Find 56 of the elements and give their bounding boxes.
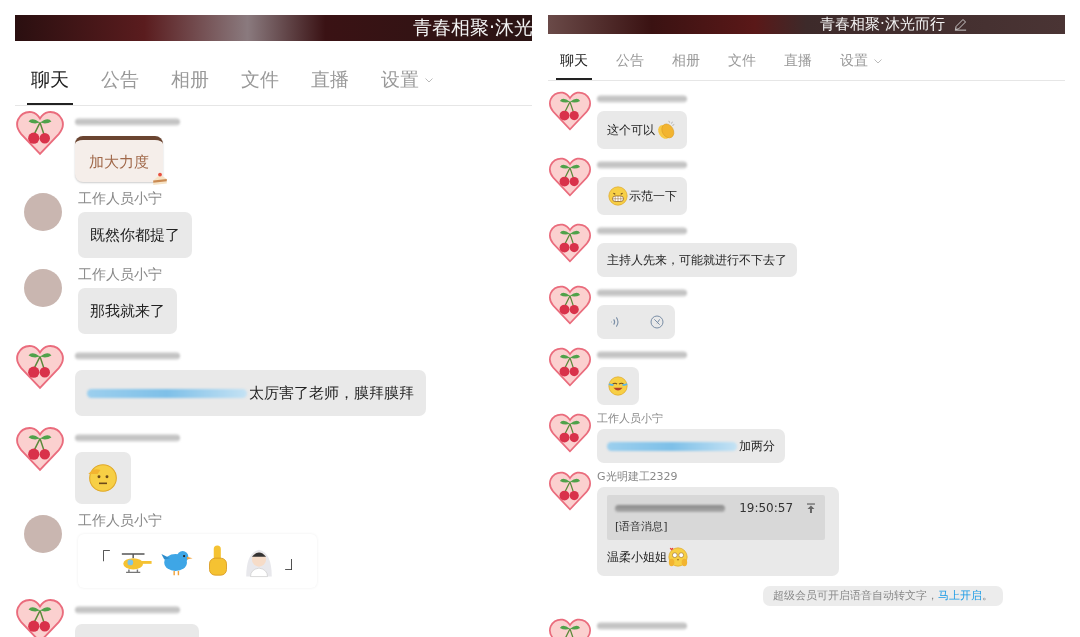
tab[interactable]: 设置: [377, 63, 439, 105]
laughing-crying-face-icon: [607, 375, 629, 397]
cherry-heart-avatar: [548, 345, 592, 389]
sender-name: 工作人员小宁: [78, 266, 162, 284]
tab[interactable]: 聊天: [27, 63, 73, 105]
tab[interactable]: 直播: [780, 48, 816, 80]
cherry-heart-avatar: [15, 424, 65, 474]
quote-time: 19:50:57: [739, 501, 794, 515]
avatar-photo-placeholder: [24, 193, 62, 231]
tab[interactable]: 设置: [836, 48, 888, 80]
bracket-text: 「: [90, 547, 112, 575]
group-title: 青春相聚·沐光而行: [820, 15, 945, 34]
tab[interactable]: 公告: [612, 48, 648, 80]
message-text: 加两分: [739, 438, 775, 454]
message-text: 既然你都提了: [90, 225, 180, 245]
cherry-heart-avatar: [15, 108, 65, 158]
salute-emoji-icon: [87, 462, 119, 494]
tab[interactable]: 公告: [97, 63, 143, 105]
system-notice: 超级会员可开启语音自动转文字，马上开启。: [763, 586, 1003, 606]
avatar-photo-placeholder: [24, 269, 62, 307]
tab[interactable]: 文件: [724, 48, 760, 80]
transcribe-icon: [649, 314, 665, 330]
message-text: 主持人先来，可能就进行不下去了: [607, 252, 787, 268]
clapping-hands-icon: [655, 119, 677, 141]
group-title: 青春相聚·沐光: [412, 15, 532, 40]
tab[interactable]: 直播: [307, 63, 353, 105]
sticker-text: 加大力度: [89, 153, 149, 171]
cherry-heart-avatar: [15, 596, 65, 637]
tab[interactable]: 相册: [167, 63, 213, 105]
tab[interactable]: 文件: [237, 63, 283, 105]
grinning-face-icon: [607, 185, 629, 207]
tab[interactable]: 聊天: [556, 48, 592, 80]
cherry-heart-avatar: [548, 469, 592, 513]
cherry-heart-avatar: [548, 155, 592, 199]
sender-name: G光明建工2329: [597, 469, 678, 484]
cherry-heart-avatar: [548, 89, 592, 133]
cherry-heart-avatar: [15, 342, 65, 392]
bracket-text: 」: [283, 547, 305, 575]
upload-arrow-icon: [805, 501, 817, 515]
message-text: 那我就来了: [90, 301, 165, 321]
adoring-face-icon: [667, 546, 689, 568]
avatar-photo-placeholder: [24, 515, 62, 553]
sender-name: 工作人员小宁: [78, 190, 162, 208]
message-text: 示范一下: [629, 188, 677, 204]
tab[interactable]: 相册: [668, 48, 704, 80]
cherry-heart-avatar: [548, 283, 592, 327]
message-text: 太厉害了老师，膜拜膜拜: [249, 383, 414, 403]
cherry-heart-avatar: [548, 221, 592, 265]
cake-icon: [151, 170, 169, 188]
message-text: 温柔小姐姐: [607, 549, 667, 565]
enable-link[interactable]: 马上开启: [938, 589, 982, 601]
message-text: 这个可以: [607, 122, 655, 138]
sender-name: 工作人员小宁: [597, 411, 663, 426]
sender-name: 工作人员小宁: [78, 512, 162, 530]
quote-label: [语音消息]: [615, 519, 669, 534]
cherry-heart-avatar: [548, 411, 592, 455]
